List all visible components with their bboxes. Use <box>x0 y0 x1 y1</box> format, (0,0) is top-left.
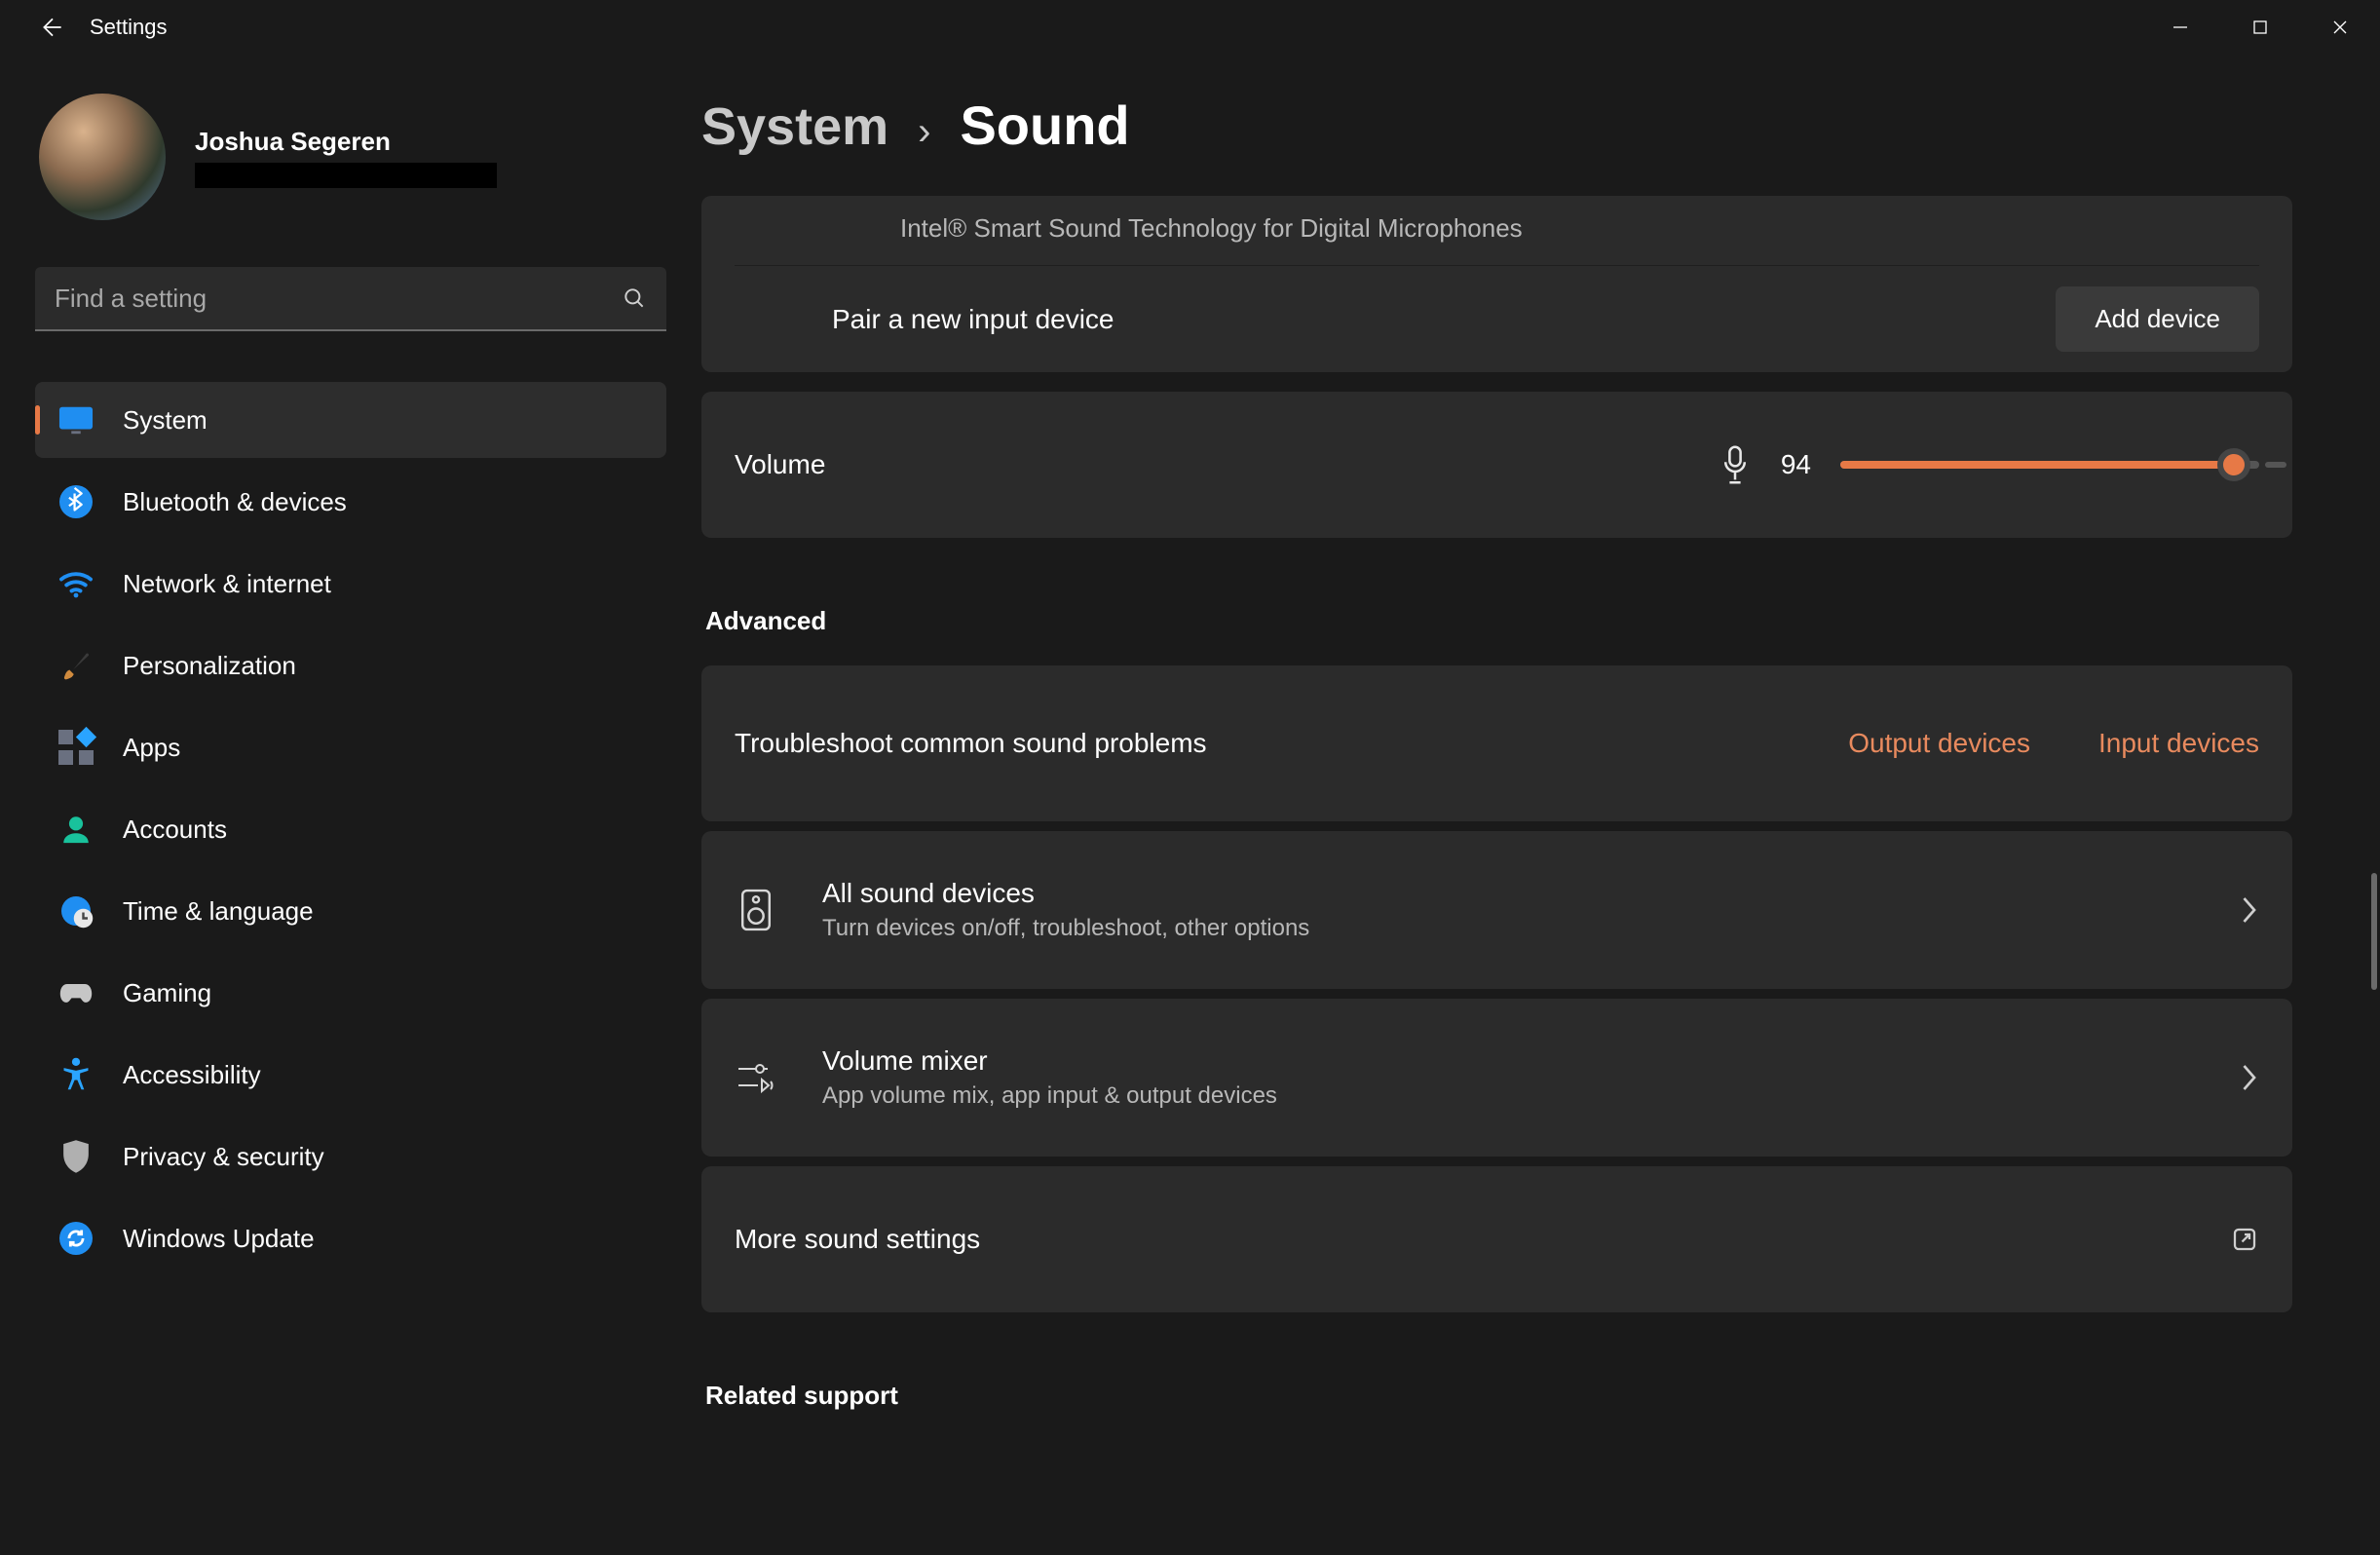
sidebar-item-privacy[interactable]: Privacy & security <box>35 1119 666 1195</box>
update-icon <box>58 1221 94 1256</box>
sidebar-item-bluetooth[interactable]: Bluetooth & devices <box>35 464 666 540</box>
add-device-button[interactable]: Add device <box>2056 286 2259 352</box>
input-volume-card: Volume 94 <box>701 392 2292 538</box>
slider-thumb[interactable] <box>2217 448 2250 481</box>
scrollbar-thumb[interactable] <box>2371 873 2377 990</box>
sidebar-item-gaming[interactable]: Gaming <box>35 955 666 1031</box>
sidebar-item-label: Accounts <box>123 815 227 845</box>
maximize-button[interactable] <box>2220 6 2300 49</box>
sidebar-item-label: Network & internet <box>123 569 331 599</box>
chevron-right-icon <box>2238 1063 2259 1092</box>
nav: System Bluetooth & devices Network & int… <box>35 382 666 1276</box>
chevron-right-icon <box>2238 895 2259 925</box>
user-email-redacted <box>195 163 497 188</box>
sidebar-item-label: Bluetooth & devices <box>123 487 347 517</box>
user-name: Joshua Segeren <box>195 127 497 157</box>
sidebar-item-personalization[interactable]: Personalization <box>35 627 666 703</box>
mixer-icon <box>735 1060 777 1095</box>
input-device-card: Intel® Smart Sound Technology for Digita… <box>701 196 2292 372</box>
wifi-icon <box>58 566 94 601</box>
window-controls <box>2140 6 2380 49</box>
sidebar: Joshua Segeren System Bluetooth & dev <box>0 55 701 1555</box>
sidebar-item-label: Apps <box>123 733 180 763</box>
back-button[interactable] <box>39 14 66 41</box>
all-devices-sub: Turn devices on/off, troubleshoot, other… <box>822 915 1309 942</box>
slider-fill <box>1840 461 2234 469</box>
all-devices-title: All sound devices <box>822 878 1309 909</box>
bluetooth-icon <box>58 484 94 519</box>
section-related: Related support <box>705 1381 2292 1411</box>
mixer-sub: App volume mix, app input & output devic… <box>822 1082 1277 1110</box>
clock-globe-icon <box>58 893 94 929</box>
sidebar-item-apps[interactable]: Apps <box>35 709 666 785</box>
volume-label: Volume <box>735 449 825 480</box>
title-bar: Settings <box>0 0 2380 55</box>
breadcrumb-page: Sound <box>960 94 1129 157</box>
sidebar-item-time[interactable]: Time & language <box>35 873 666 949</box>
chevron-right-icon: › <box>918 110 930 154</box>
troubleshoot-label: Troubleshoot common sound problems <box>735 728 1207 759</box>
open-external-icon <box>2230 1225 2259 1254</box>
pair-device-label: Pair a new input device <box>832 304 1114 335</box>
search-box[interactable] <box>35 267 666 331</box>
breadcrumb-parent[interactable]: System <box>701 96 888 157</box>
sidebar-item-label: System <box>123 405 208 436</box>
sidebar-item-accessibility[interactable]: Accessibility <box>35 1037 666 1113</box>
gamepad-icon <box>58 975 94 1010</box>
volume-value: 94 <box>1781 449 1811 480</box>
sidebar-item-accounts[interactable]: Accounts <box>35 791 666 867</box>
search-input[interactable] <box>55 284 622 314</box>
sidebar-item-label: Gaming <box>123 978 211 1008</box>
breadcrumb: System › Sound <box>701 55 2341 196</box>
output-devices-link[interactable]: Output devices <box>1848 728 2030 759</box>
sidebar-item-label: Time & language <box>123 896 314 927</box>
minimize-button[interactable] <box>2140 6 2220 49</box>
accessibility-icon <box>58 1057 94 1092</box>
microphone-icon[interactable] <box>1719 444 1752 485</box>
section-advanced: Advanced <box>705 606 2292 636</box>
more-sound-settings-row[interactable]: More sound settings <box>701 1166 2292 1312</box>
troubleshoot-card: Troubleshoot common sound problems Outpu… <box>701 665 2292 821</box>
sidebar-item-system[interactable]: System <box>35 382 666 458</box>
sidebar-item-update[interactable]: Windows Update <box>35 1200 666 1276</box>
sidebar-item-label: Personalization <box>123 651 296 681</box>
shield-icon <box>58 1139 94 1174</box>
more-settings-label: More sound settings <box>735 1224 980 1255</box>
search-icon <box>622 285 647 311</box>
volume-mixer-row[interactable]: Volume mixer App volume mix, app input &… <box>701 999 2292 1157</box>
input-device-subtitle: Intel® Smart Sound Technology for Digita… <box>735 196 2259 265</box>
user-block[interactable]: Joshua Segeren <box>35 94 666 220</box>
close-button[interactable] <box>2300 6 2380 49</box>
apps-icon <box>58 730 94 765</box>
mixer-title: Volume mixer <box>822 1045 1277 1077</box>
sidebar-item-network[interactable]: Network & internet <box>35 546 666 622</box>
input-devices-link[interactable]: Input devices <box>2098 728 2259 759</box>
paintbrush-icon <box>58 648 94 683</box>
all-sound-devices-row[interactable]: All sound devices Turn devices on/off, t… <box>701 831 2292 989</box>
display-icon <box>58 402 94 437</box>
volume-slider[interactable] <box>1840 461 2259 469</box>
sidebar-item-label: Windows Update <box>123 1224 315 1254</box>
main-content: System › Sound Intel® Smart Sound Techno… <box>701 55 2380 1555</box>
sidebar-item-label: Privacy & security <box>123 1142 324 1172</box>
sidebar-item-label: Accessibility <box>123 1060 261 1090</box>
speaker-device-icon <box>735 888 777 932</box>
app-title: Settings <box>90 15 168 40</box>
slider-trail <box>2265 462 2286 468</box>
avatar <box>39 94 166 220</box>
person-icon <box>58 812 94 847</box>
pair-device-row: Pair a new input device Add device <box>735 265 2259 372</box>
